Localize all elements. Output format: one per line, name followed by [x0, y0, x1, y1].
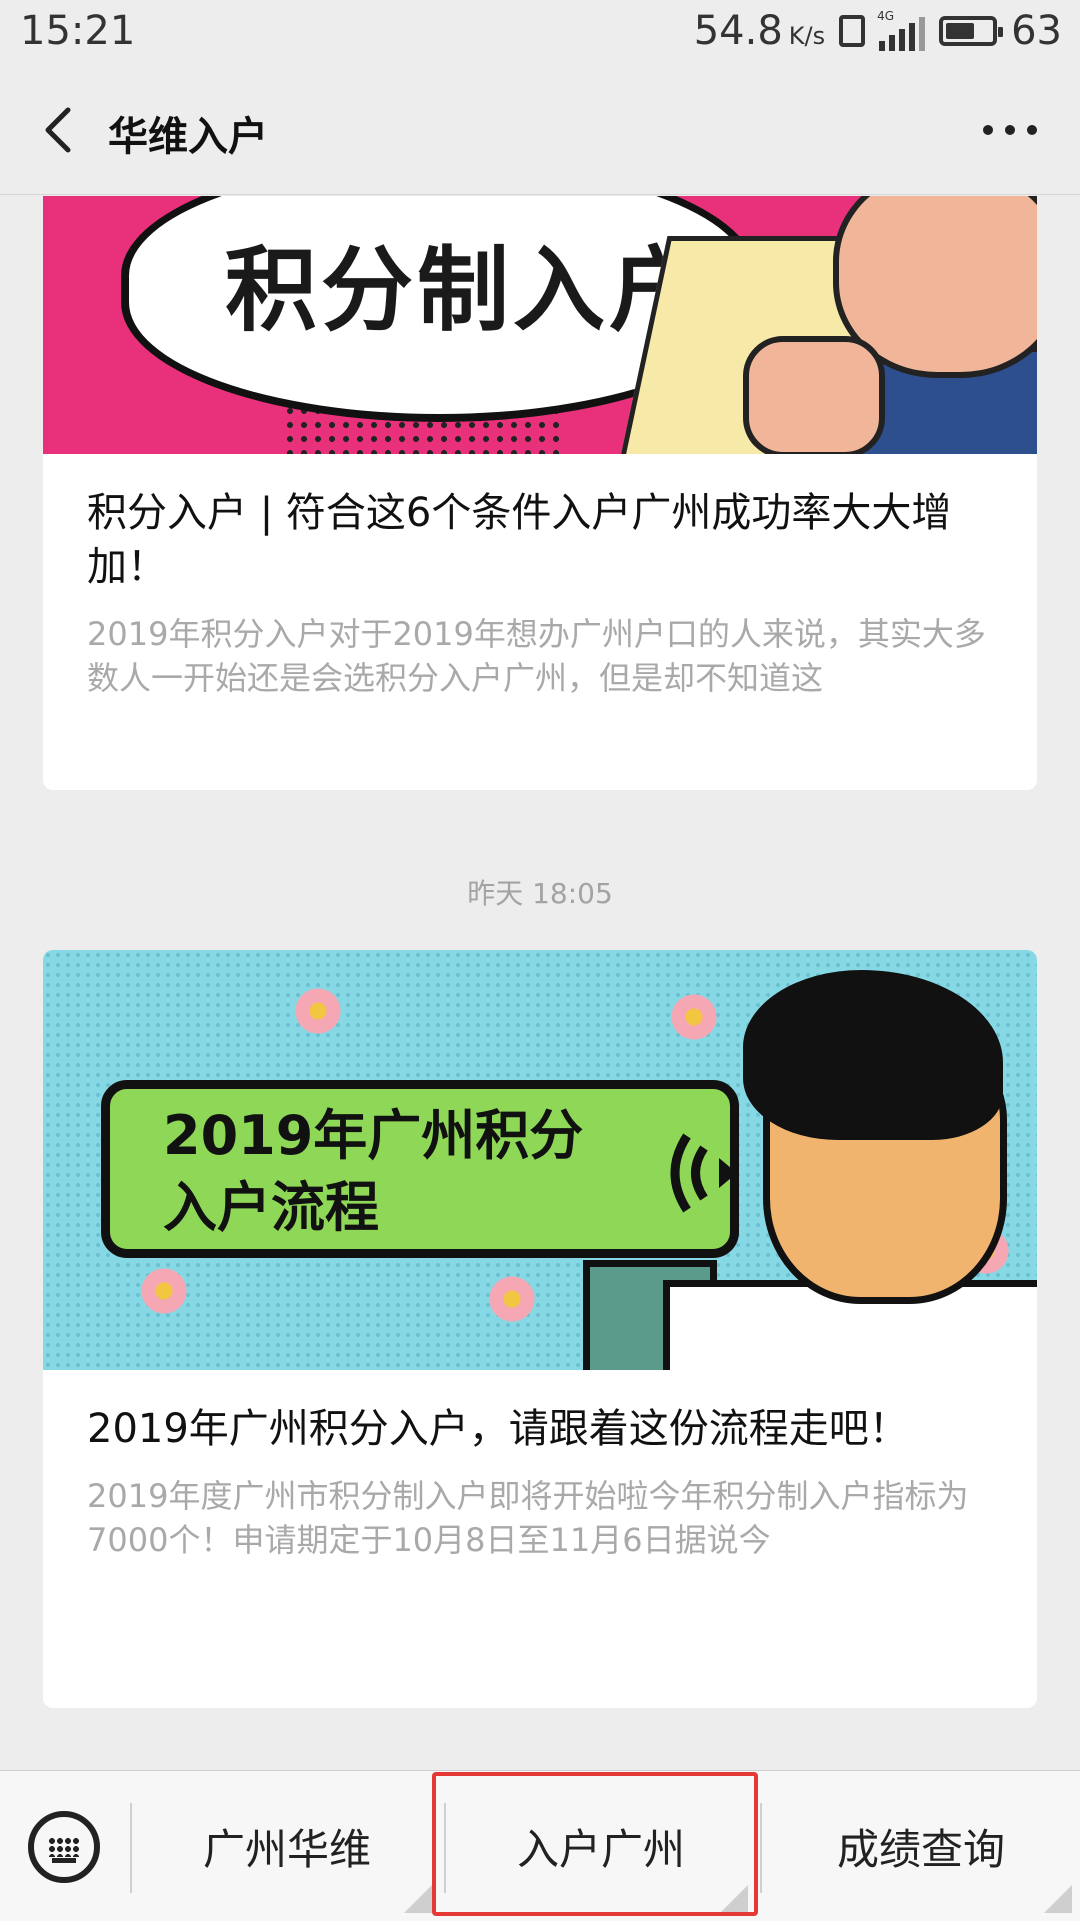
status-time: 15:21 [20, 8, 136, 54]
keyboard-toggle-icon[interactable] [28, 1811, 100, 1883]
battery-icon [939, 16, 1004, 46]
cover-text: 积分制入户 [225, 237, 706, 344]
vibrate-icon [839, 15, 866, 47]
sound-wave-icon [670, 1133, 737, 1213]
submenu-indicator-icon [404, 1885, 432, 1913]
menu-item-score-query[interactable]: 成绩查询 [762, 1771, 1080, 1921]
article-cover-image[interactable]: 积分制入户 [43, 196, 1037, 454]
network-type-label: 4G [877, 9, 895, 23]
article-summary: 2019年积分入户对于2019年想办广州户口的人来说，其实大多数人一开始还是会选… [87, 615, 986, 697]
status-right: 54.8 K/s 4G 63 [694, 8, 1062, 54]
menu-item-label: 广州华维 [202, 1824, 371, 1874]
page-title: 华维入户 [108, 114, 268, 160]
status-bar: 15:21 54.8 K/s 4G 63 [0, 0, 1080, 66]
highlight-box [432, 1772, 758, 1916]
pointing-hand-illustration [743, 336, 885, 454]
network-speed: 54.8 K/s [694, 8, 825, 54]
keyboard-keys [48, 1837, 80, 1857]
flower-decoration [295, 988, 341, 1034]
flower-decoration [141, 1268, 187, 1314]
header-bar: 华维入户 [0, 66, 1080, 195]
flower-decoration [489, 1276, 535, 1322]
article-summary: 2019年度广州市积分制入户即将开始啦今年积分制入户指标为7000个！申请期定于… [87, 1477, 969, 1559]
menu-item-label: 成绩查询 [836, 1824, 1005, 1874]
menu-item-guangzhou-huawei[interactable]: 广州华维 [132, 1771, 442, 1921]
article-title[interactable]: 2019年广州积分入户，请跟着这份流程走吧！ [87, 1402, 993, 1456]
article-card[interactable]: 2019年广州积分 入户流程 2019年广州积分入户，请跟着这份流程走吧！ 20… [43, 950, 1037, 1708]
cover-text-line: 入户流程 [163, 1176, 379, 1239]
hair-illustration [743, 970, 1003, 1140]
cover-text: 2019年广州积分 入户流程 [163, 1100, 583, 1244]
battery-percent: 63 [1011, 8, 1062, 54]
flower-decoration [671, 994, 717, 1040]
keyboard-spacebar [52, 1858, 76, 1863]
submenu-indicator-icon [1044, 1885, 1072, 1913]
more-options-icon[interactable] [980, 116, 1040, 144]
network-speed-unit: K/s [788, 22, 826, 50]
message-timestamp: 昨天 18:05 [467, 877, 613, 910]
battery-fill [946, 23, 974, 39]
network-speed-value: 54.8 [693, 8, 783, 54]
signal-icon: 4G [877, 9, 926, 51]
back-arrow-icon[interactable] [34, 102, 90, 158]
article-card[interactable]: 积分制入户 积分入户 | 符合这6个条件入户广州成功率大大增加！ 2019年积分… [43, 196, 1037, 790]
cover-text-line: 2019年广州积分 [163, 1104, 584, 1167]
article-title[interactable]: 积分入户 | 符合这6个条件入户广州成功率大大增加！ [87, 486, 993, 594]
article-cover-image[interactable]: 2019年广州积分 入户流程 [43, 950, 1037, 1370]
